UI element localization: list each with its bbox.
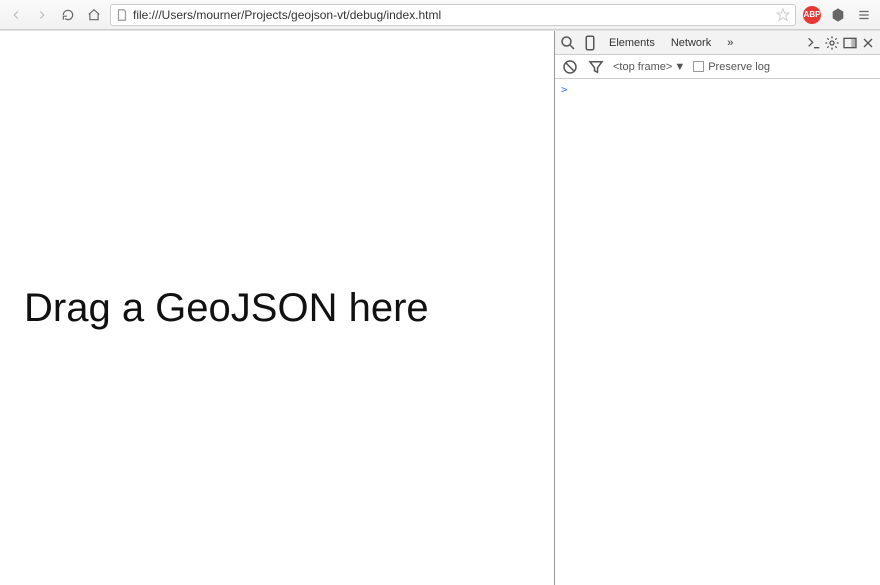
reload-button[interactable] (58, 5, 78, 25)
address-text: file:///Users/mourner/Projects/geojson-v… (133, 8, 771, 22)
dock-side-icon[interactable] (842, 34, 858, 52)
frame-selector[interactable]: <top frame> ▼ (613, 61, 685, 73)
forward-button[interactable] (32, 5, 52, 25)
frame-label: <top frame> (613, 61, 672, 73)
preserve-log-toggle[interactable]: Preserve log (693, 61, 770, 73)
tab-more[interactable]: » (721, 34, 739, 52)
clear-console-icon[interactable] (561, 58, 579, 76)
device-mode-icon[interactable] (581, 34, 599, 52)
drop-message: Drag a GeoJSON here (24, 286, 429, 331)
browser-toolbar: file:///Users/mourner/Projects/geojson-v… (0, 0, 880, 30)
preserve-log-checkbox[interactable] (693, 61, 704, 72)
tab-network[interactable]: Network (665, 34, 717, 52)
bookmark-star-icon[interactable] (775, 7, 791, 23)
console-toolbar: <top frame> ▼ Preserve log (555, 55, 880, 79)
inspect-icon[interactable] (559, 34, 577, 52)
filter-icon[interactable] (587, 58, 605, 76)
page-icon (115, 8, 129, 22)
settings-gear-icon[interactable] (824, 34, 840, 52)
tab-elements[interactable]: Elements (603, 34, 661, 52)
extension-icon[interactable] (828, 5, 848, 25)
menu-button[interactable] (854, 5, 874, 25)
page-content[interactable]: Drag a GeoJSON here (0, 31, 555, 585)
console-drawer-icon[interactable] (806, 34, 822, 52)
devtools-panel: Elements Network » (555, 31, 880, 585)
console-body[interactable]: > (555, 79, 880, 585)
devtools-tabbar: Elements Network » (555, 31, 880, 55)
abp-extension-icon[interactable]: ABP (802, 5, 822, 25)
preserve-log-label: Preserve log (708, 61, 770, 73)
main-area: Drag a GeoJSON here Elements Network » (0, 30, 880, 585)
close-devtools-icon[interactable] (860, 34, 876, 52)
console-prompt: > (561, 83, 568, 96)
back-button[interactable] (6, 5, 26, 25)
home-button[interactable] (84, 5, 104, 25)
address-bar[interactable]: file:///Users/mourner/Projects/geojson-v… (110, 4, 796, 26)
chevron-down-icon: ▼ (674, 61, 685, 73)
